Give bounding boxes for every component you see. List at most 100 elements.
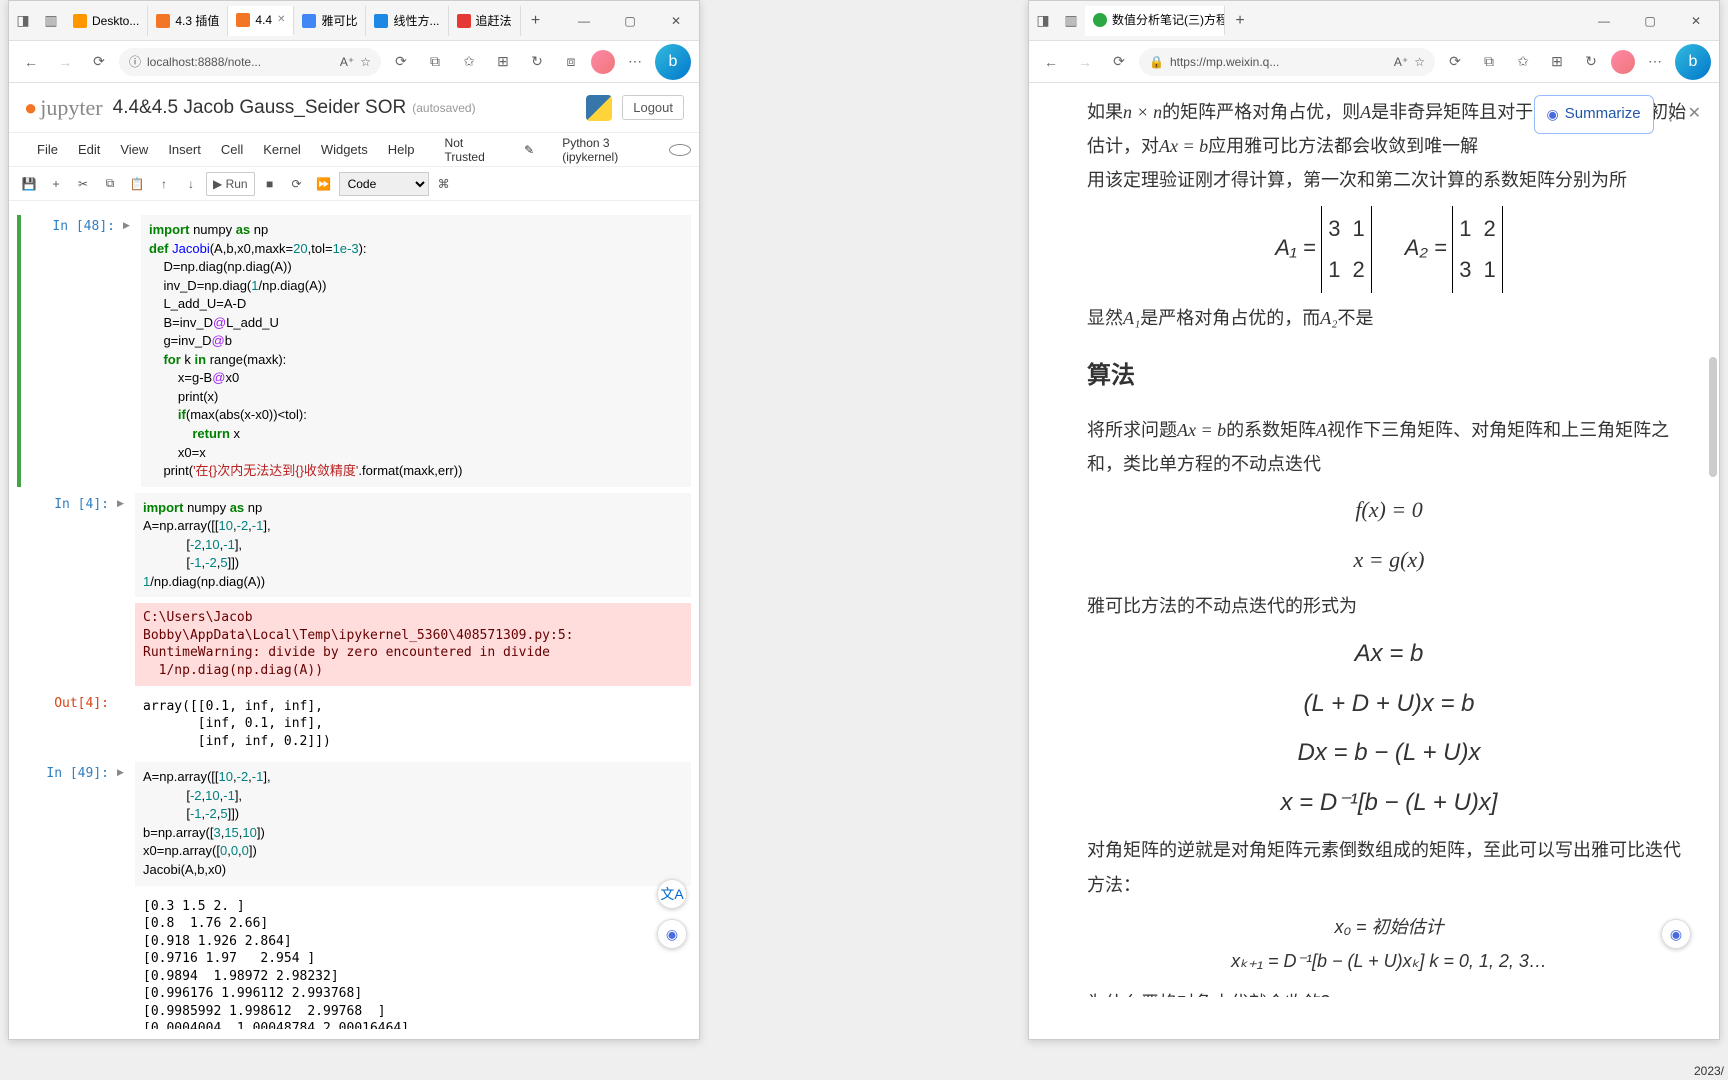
menu-kernel[interactable]: Kernel xyxy=(253,138,311,161)
close-window-button[interactable]: ✕ xyxy=(1673,1,1719,41)
code-cell[interactable]: In [48]:▶import numpy as np def Jacobi(A… xyxy=(17,215,691,487)
translate-icon[interactable]: 文A xyxy=(657,879,687,909)
profile-avatar[interactable] xyxy=(591,50,615,74)
command-palette-button[interactable]: ⌘ xyxy=(432,172,456,196)
browser-tab[interactable]: 4.4✕ xyxy=(228,6,294,36)
cut-button[interactable]: ✂ xyxy=(71,172,95,196)
bing-chat-icon[interactable]: b xyxy=(655,44,691,80)
logout-button[interactable]: Logout xyxy=(622,95,684,120)
maximize-button[interactable]: ▢ xyxy=(607,1,653,41)
collections-icon[interactable]: ⊞ xyxy=(489,48,517,76)
notebook-body[interactable]: In [48]:▶import numpy as np def Jacobi(A… xyxy=(9,201,699,1029)
menu-widgets[interactable]: Widgets xyxy=(311,138,378,161)
copy-button[interactable]: ⧉ xyxy=(98,172,122,196)
notebook-title[interactable]: 4.4&4.5 Jacob Gauss_Seider SOR xyxy=(113,97,407,119)
personal-icon[interactable]: ◨ xyxy=(1029,7,1057,35)
summarize-close-icon[interactable]: ✕ xyxy=(1688,99,1701,129)
profile-avatar[interactable] xyxy=(1611,50,1635,74)
run-gutter-icon[interactable]: ▶ xyxy=(123,215,141,487)
favorite-icon[interactable]: ☆ xyxy=(1414,55,1425,69)
favorite-icon[interactable]: ☆ xyxy=(360,55,371,69)
minimize-button[interactable]: — xyxy=(1581,1,1627,41)
code-input[interactable]: A=np.array([[10,-2,-1], [-2,10,-1], [-1,… xyxy=(135,762,691,885)
jupyter-logo[interactable]: jupyter xyxy=(24,95,103,121)
cell-type-select[interactable]: Code xyxy=(339,172,429,196)
code-cell[interactable]: In [4]:▶import numpy as np A=np.array([[… xyxy=(17,493,691,598)
run-gutter-icon[interactable]: ▶ xyxy=(117,762,135,885)
scrollbar[interactable] xyxy=(1709,357,1717,477)
browser-tab[interactable]: 线性方... xyxy=(366,6,448,36)
restart-button[interactable]: ⟳ xyxy=(285,172,309,196)
minimize-button[interactable]: — xyxy=(561,1,607,41)
move-down-button[interactable]: ↓ xyxy=(179,172,203,196)
fast-forward-button[interactable]: ⏩ xyxy=(312,172,336,196)
back-icon[interactable]: ← xyxy=(17,48,45,76)
favorites-icon[interactable]: ✩ xyxy=(455,48,483,76)
bing-float-icon[interactable]: ◉ xyxy=(1661,919,1691,949)
code-cell[interactable]: In [49]:▶A=np.array([[10,-2,-1], [-2,10,… xyxy=(17,762,691,885)
url-input[interactable]: 🔒 https://mp.weixin.q... A⁺ ☆ xyxy=(1139,48,1435,76)
split-icon[interactable]: ⧉ xyxy=(1475,48,1503,76)
personal-icon[interactable]: ◨ xyxy=(9,7,37,35)
back-icon[interactable]: ← xyxy=(1037,48,1065,76)
edit-icon[interactable]: ✎ xyxy=(514,139,544,161)
reader-icon[interactable]: A⁺ xyxy=(340,55,354,69)
run-gutter-icon[interactable]: ▶ xyxy=(117,493,135,598)
bing-float-icon[interactable]: ◉ xyxy=(657,919,687,949)
bing-chat-icon[interactable]: b xyxy=(1675,44,1711,80)
code-input[interactable]: import numpy as np A=np.array([[10,-2,-1… xyxy=(135,493,691,598)
browser-tab[interactable]: 雅可比 xyxy=(294,6,366,36)
lock-icon[interactable]: 🔒 xyxy=(1149,55,1164,69)
refresh-icon[interactable]: ⟳ xyxy=(1105,48,1133,76)
jupyter-window: ◨ ▥ Deskto...4.3 插值4.4✕雅可比线性方...追赶法 + — … xyxy=(8,0,700,1040)
browser-tab[interactable]: Deskto... xyxy=(65,6,148,36)
site-info-icon[interactable]: ⓘ xyxy=(129,53,141,70)
tab-close-icon[interactable]: ✕ xyxy=(277,14,285,25)
browser-tab[interactable]: 数值分析笔记(三)方程组的迭代解 ✕ xyxy=(1085,6,1225,36)
refresh-icon[interactable]: ⟳ xyxy=(85,48,113,76)
more-icon[interactable]: ⋯ xyxy=(621,48,649,76)
url-input[interactable]: ⓘ localhost:8888/note... A⁺ ☆ xyxy=(119,48,381,76)
split-icon[interactable]: ⧉ xyxy=(421,48,449,76)
stop-button[interactable]: ■ xyxy=(258,172,282,196)
jupyter-toolbar: 💾 + ✂ ⧉ 📋 ↑ ↓ ▶ Run ■ ⟳ ⏩ Code ⌘ xyxy=(9,167,699,201)
summarize-button[interactable]: ◉Summarize xyxy=(1534,95,1654,134)
save-button[interactable]: 💾 xyxy=(17,172,41,196)
history-icon[interactable]: ↻ xyxy=(523,48,551,76)
menu-view[interactable]: View xyxy=(110,138,158,161)
kernel-name[interactable]: Python 3 (ipykernel) xyxy=(552,132,661,168)
browser-tab[interactable]: 4.3 插值 xyxy=(148,6,228,36)
shopping-icon[interactable]: ⧈ xyxy=(557,48,585,76)
menu-file[interactable]: File xyxy=(27,138,68,161)
close-window-button[interactable]: ✕ xyxy=(653,1,699,41)
menu-edit[interactable]: Edit xyxy=(68,138,110,161)
reader-icon[interactable]: A⁺ xyxy=(1394,55,1408,69)
paste-button[interactable]: 📋 xyxy=(125,172,149,196)
menu-cell[interactable]: Cell xyxy=(211,138,253,161)
tabs-icon[interactable]: ▥ xyxy=(1057,7,1085,35)
history-icon[interactable]: ↻ xyxy=(1577,48,1605,76)
add-cell-button[interactable]: + xyxy=(44,172,68,196)
code-input[interactable]: import numpy as np def Jacobi(A,b,x0,max… xyxy=(141,215,691,487)
tabs-icon[interactable]: ▥ xyxy=(37,7,65,35)
tab-label: Deskto... xyxy=(92,14,139,28)
sync-icon[interactable]: ⟳ xyxy=(387,48,415,76)
new-tab-button[interactable]: + xyxy=(521,12,551,30)
run-button[interactable]: ▶ Run xyxy=(206,172,255,196)
browser-tab[interactable]: 追赶法 xyxy=(449,6,521,36)
favorites-icon[interactable]: ✩ xyxy=(1509,48,1537,76)
input-prompt: In [48]: xyxy=(23,215,123,487)
summarize-menu-icon[interactable]: ⋮ xyxy=(1662,97,1680,131)
tab-label: 数值分析笔记(三)方程组的迭代解 xyxy=(1112,11,1225,28)
article-content[interactable]: ◉Summarize ⋮ ✕ 如果n × n的矩阵严格对角占优，则A是非奇异矩阵… xyxy=(1029,83,1719,997)
sync-icon[interactable]: ⟳ xyxy=(1441,48,1469,76)
not-trusted-button[interactable]: Not Trusted xyxy=(435,132,507,168)
more-icon[interactable]: ⋯ xyxy=(1641,48,1669,76)
wechat-icon xyxy=(1093,13,1107,27)
move-up-button[interactable]: ↑ xyxy=(152,172,176,196)
menu-help[interactable]: Help xyxy=(378,138,425,161)
menu-insert[interactable]: Insert xyxy=(158,138,211,161)
maximize-button[interactable]: ▢ xyxy=(1627,1,1673,41)
new-tab-button[interactable]: + xyxy=(1225,12,1255,30)
collections-icon[interactable]: ⊞ xyxy=(1543,48,1571,76)
